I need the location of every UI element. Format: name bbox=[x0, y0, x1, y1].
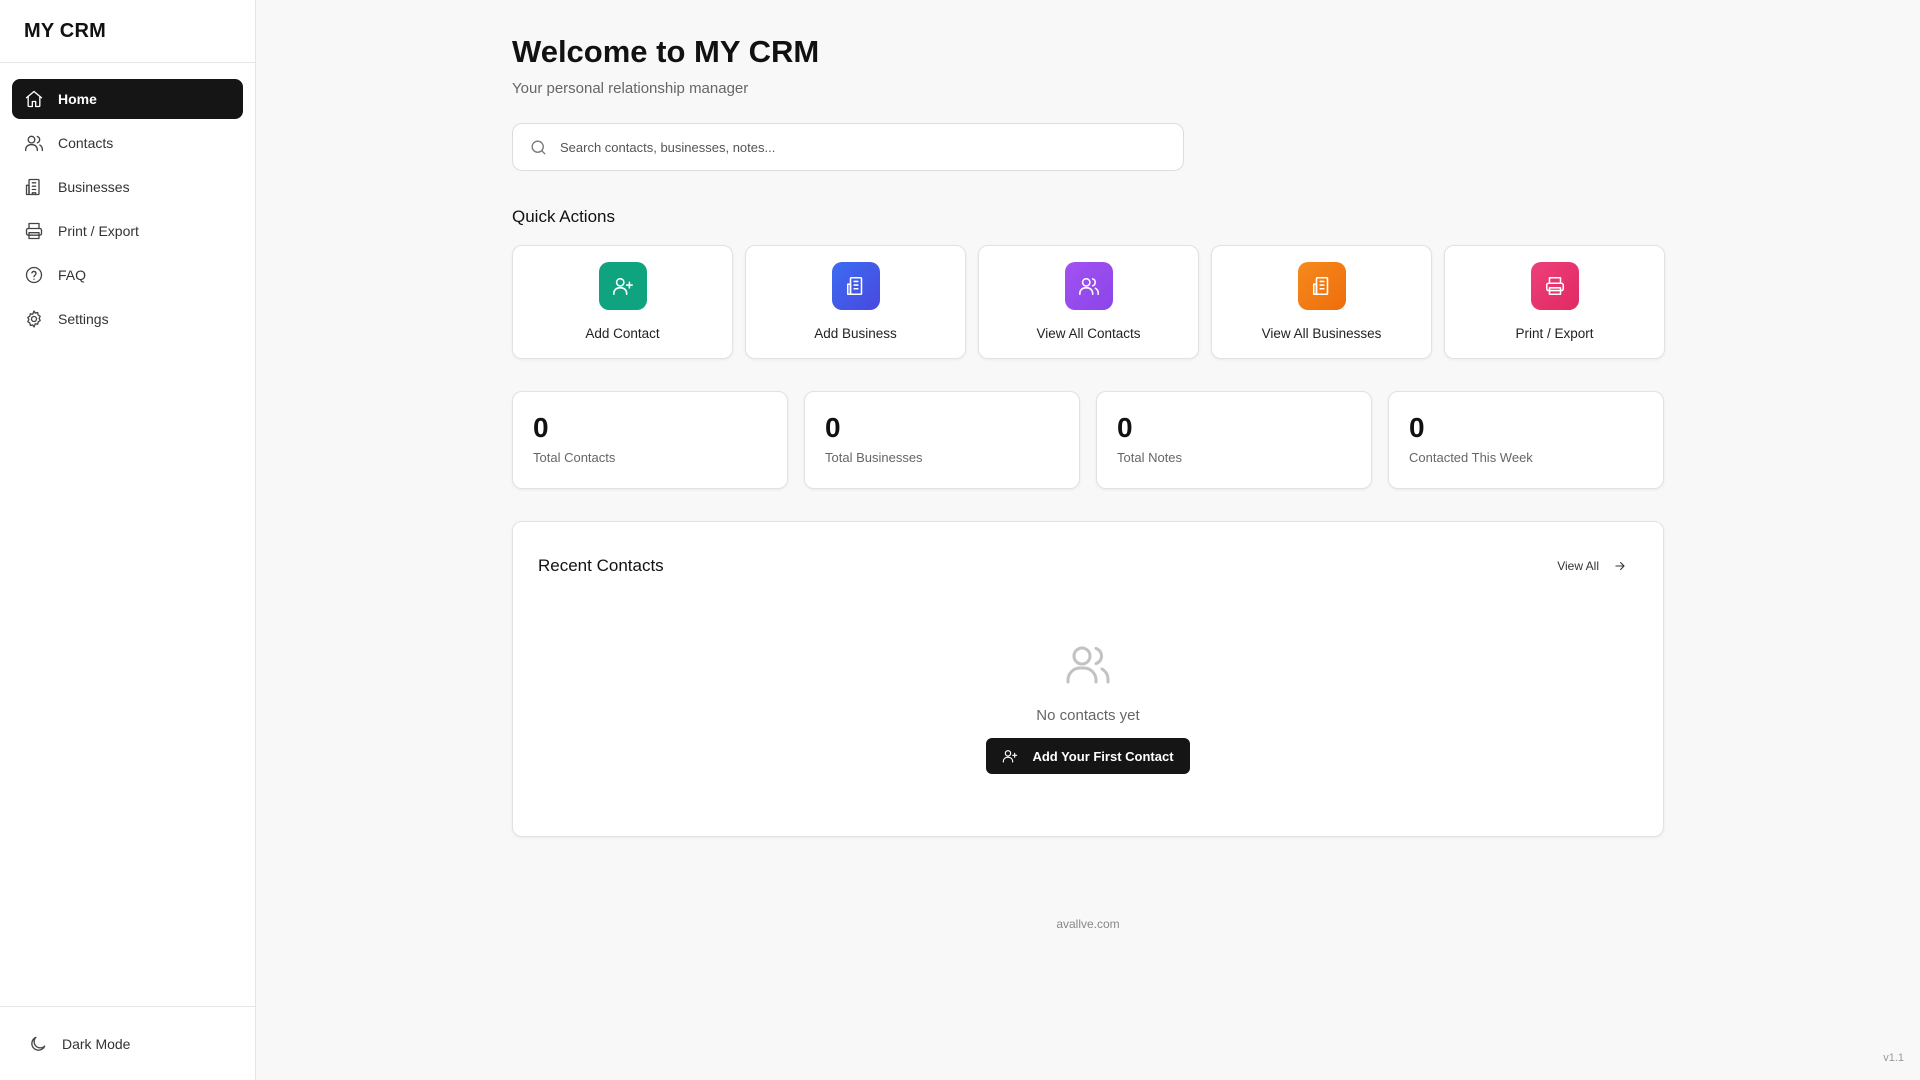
printer-icon bbox=[1545, 276, 1564, 296]
user-plus-icon bbox=[612, 277, 633, 296]
page-title: Welcome to MY CRM bbox=[512, 34, 820, 69]
quick-action-icon-box bbox=[831, 262, 880, 310]
sidebar-item-businesses[interactable]: Businesses bbox=[12, 167, 243, 207]
empty-state: No contacts yet Add Your First Contact bbox=[513, 640, 1663, 774]
sidebar-item-label: Businesses bbox=[58, 179, 130, 195]
print-export-button[interactable]: Print / Export bbox=[1444, 245, 1665, 359]
user-plus-icon bbox=[1003, 750, 1018, 763]
footer-link[interactable]: avallve.com bbox=[512, 917, 1664, 931]
users-icon bbox=[25, 135, 44, 152]
empty-state-text: No contacts yet bbox=[1036, 707, 1140, 724]
sidebar-nav: Home Contacts Businesses Print / Export … bbox=[0, 63, 255, 1006]
sidebar-item-print-export[interactable]: Print / Export bbox=[12, 211, 243, 251]
stat-label: Total Businesses bbox=[825, 450, 923, 465]
view-all-contacts-button[interactable]: View All Contacts bbox=[978, 245, 1199, 359]
sidebar-item-settings[interactable]: Settings bbox=[12, 299, 243, 339]
users-icon bbox=[1078, 277, 1099, 296]
page-subtitle: Your personal relationship manager bbox=[512, 80, 749, 97]
help-circle-icon bbox=[25, 266, 43, 284]
recent-contacts-title: Recent Contacts bbox=[538, 556, 664, 575]
view-all-businesses-button[interactable]: View All Businesses bbox=[1211, 245, 1432, 359]
sidebar-item-label: Home bbox=[58, 91, 97, 107]
building-icon bbox=[25, 178, 40, 196]
quick-action-label: View All Businesses bbox=[1261, 326, 1382, 341]
add-business-button[interactable]: Add Business bbox=[745, 245, 966, 359]
gear-icon bbox=[27, 310, 41, 328]
sidebar-item-faq[interactable]: FAQ bbox=[12, 255, 243, 295]
building-icon bbox=[1312, 276, 1328, 296]
quick-action-label: Add Contact bbox=[585, 326, 660, 341]
stats-grid: 0 Total Contacts 0 Total Businesses 0 To… bbox=[512, 391, 1664, 489]
sidebar-item-label: Print / Export bbox=[58, 223, 139, 239]
app-logo: MY CRM bbox=[0, 0, 255, 63]
sidebar: MY CRM Home Contacts Businesses Print / … bbox=[0, 0, 256, 1080]
add-contact-button[interactable]: Add Contact bbox=[512, 245, 733, 359]
quick-action-label: Add Business bbox=[814, 326, 897, 341]
add-first-contact-label: Add Your First Contact bbox=[1032, 748, 1174, 764]
building-icon bbox=[846, 276, 862, 296]
stat-card-total-businesses: 0 Total Businesses bbox=[804, 391, 1080, 489]
add-first-contact-button[interactable]: Add Your First Contact bbox=[986, 738, 1190, 774]
stat-label: Total Contacts bbox=[533, 450, 616, 465]
quick-action-icon-box bbox=[598, 262, 647, 310]
quick-action-icon-box bbox=[1530, 262, 1579, 310]
quick-actions-grid: Add Contact Add Business View All Contac… bbox=[512, 245, 1665, 359]
stat-card-contacted-this-week: 0 Contacted This Week bbox=[1388, 391, 1664, 489]
search-icon bbox=[531, 139, 546, 155]
sidebar-item-home[interactable]: Home bbox=[12, 79, 243, 119]
arrow-right-icon bbox=[1615, 561, 1625, 571]
search-bar[interactable] bbox=[512, 123, 1184, 171]
sidebar-item-label: Settings bbox=[58, 311, 109, 327]
stat-value: 0 bbox=[533, 412, 549, 443]
stat-card-total-notes: 0 Total Notes bbox=[1096, 391, 1372, 489]
quick-action-label: Print / Export bbox=[1515, 326, 1594, 341]
view-all-label: View All bbox=[1557, 559, 1599, 573]
recent-contacts-panel: Recent Contacts View All No contacts yet… bbox=[512, 521, 1664, 837]
quick-action-icon-box bbox=[1064, 262, 1113, 310]
users-icon bbox=[1066, 646, 1110, 684]
search-input[interactable] bbox=[560, 139, 1167, 155]
sidebar-footer: Dark Mode bbox=[0, 1006, 255, 1080]
printer-icon bbox=[25, 222, 43, 240]
dark-mode-label: Dark Mode bbox=[62, 1035, 131, 1052]
dark-mode-toggle[interactable]: Dark Mode bbox=[16, 1026, 142, 1062]
version-label: v1.1 bbox=[1883, 1052, 1904, 1064]
stat-value: 0 bbox=[1117, 412, 1133, 443]
quick-action-label: View All Contacts bbox=[1036, 326, 1141, 341]
stat-label: Contacted This Week bbox=[1409, 450, 1533, 465]
sidebar-item-contacts[interactable]: Contacts bbox=[12, 123, 243, 163]
view-all-link[interactable]: View All bbox=[1557, 559, 1627, 573]
stat-label: Total Notes bbox=[1117, 450, 1183, 465]
home-icon bbox=[25, 90, 43, 108]
stat-value: 0 bbox=[1409, 412, 1425, 443]
quick-action-icon-box bbox=[1297, 262, 1346, 310]
dashboard: Welcome to MY CRM Your personal relation… bbox=[512, 34, 1665, 837]
main-content: Welcome to MY CRM Your personal relation… bbox=[256, 0, 1920, 1080]
stat-card-total-contacts: 0 Total Contacts bbox=[512, 391, 788, 489]
stat-value: 0 bbox=[825, 412, 841, 443]
moon-icon bbox=[31, 1036, 46, 1051]
empty-state-icon-wrap bbox=[1064, 640, 1112, 693]
quick-actions-title: Quick Actions bbox=[512, 207, 615, 226]
sidebar-item-label: Contacts bbox=[58, 135, 114, 151]
sidebar-item-label: FAQ bbox=[58, 267, 87, 283]
